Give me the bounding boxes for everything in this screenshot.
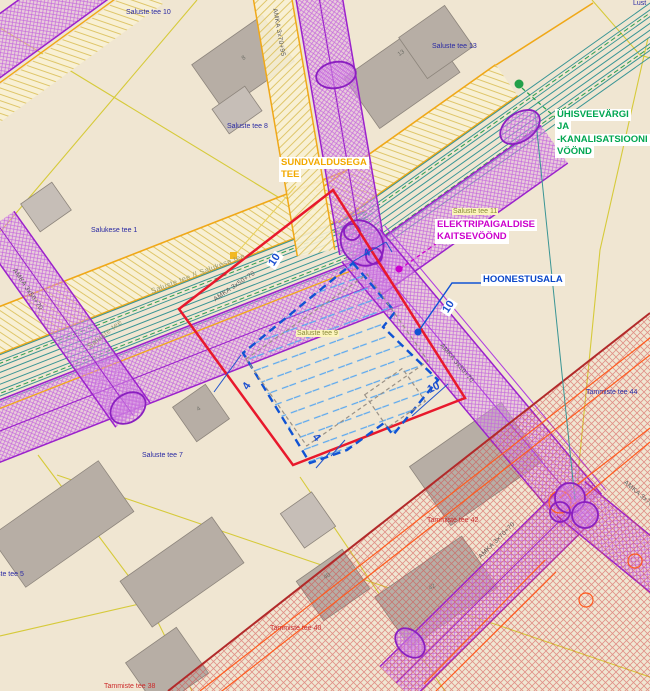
water-connection-dot: [515, 80, 524, 89]
cable-point-dot: [396, 266, 403, 273]
road-point-marker: [230, 252, 237, 259]
map-graphics: [0, 0, 650, 691]
hoonestusala-point-dot: [415, 329, 422, 336]
map-viewport[interactable]: Saluste tee 10Saluste tee 8Saluste tee 1…: [0, 0, 650, 691]
